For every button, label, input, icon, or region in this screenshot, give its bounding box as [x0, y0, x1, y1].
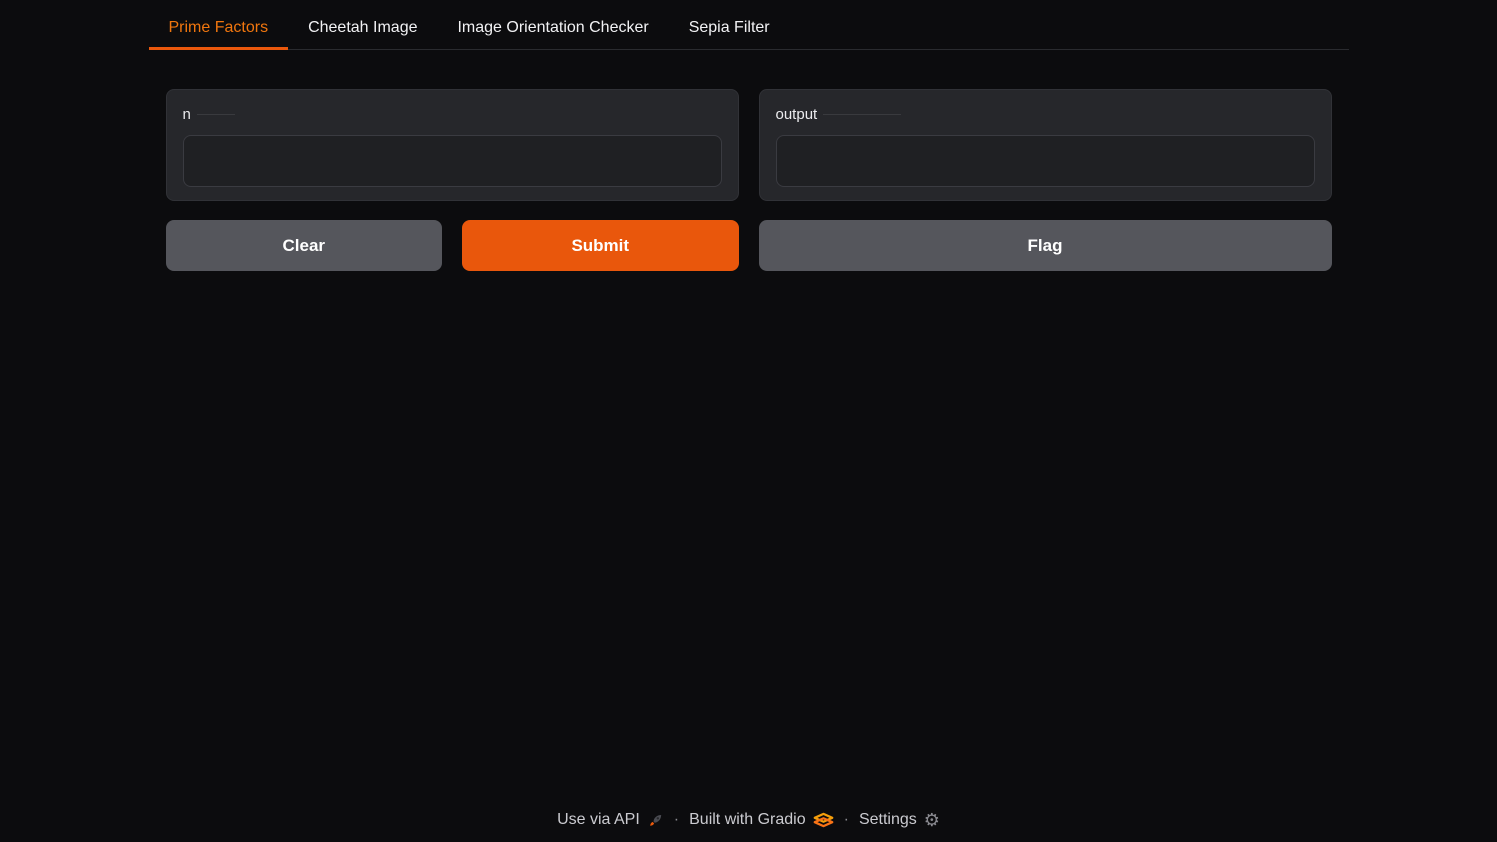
input-panel: n: [166, 89, 739, 201]
tab-sepia-filter[interactable]: Sepia Filter: [669, 4, 790, 50]
input-label: n: [183, 106, 191, 123]
app-container: Prime Factors Cheetah Image Image Orient…: [149, 0, 1349, 271]
footer-separator: ·: [674, 811, 679, 829]
tab-image-orientation-checker[interactable]: Image Orientation Checker: [437, 4, 668, 50]
label-underline-artifact: [197, 114, 235, 115]
input-button-row: Clear Submit: [166, 220, 739, 271]
flag-button[interactable]: Flag: [759, 220, 1332, 271]
built-with-gradio-label: Built with Gradio: [689, 811, 806, 829]
footer-separator: ·: [844, 811, 849, 829]
use-via-api-label: Use via API: [557, 811, 640, 829]
built-with-gradio-link[interactable]: Built with Gradio: [689, 811, 834, 829]
n-textbox[interactable]: [183, 135, 722, 187]
output-label-row: output: [776, 106, 1315, 123]
use-via-api-link[interactable]: Use via API: [557, 811, 664, 829]
tab-prime-factors[interactable]: Prime Factors: [149, 4, 289, 50]
clear-button[interactable]: Clear: [166, 220, 443, 271]
settings-button[interactable]: Settings ⚙: [859, 811, 940, 829]
tab-cheetah-image[interactable]: Cheetah Image: [288, 4, 437, 50]
rocket-icon: [647, 812, 664, 829]
interface-body: n output Clear Submit Flag: [149, 89, 1349, 271]
settings-label: Settings: [859, 811, 917, 829]
output-textbox[interactable]: [776, 135, 1315, 187]
gradio-logo-icon: [813, 812, 834, 828]
input-label-row: n: [183, 106, 722, 123]
gear-icon: ⚙: [924, 811, 940, 829]
output-panel: output: [759, 89, 1332, 201]
output-button-row: Flag: [759, 220, 1332, 271]
label-underline-artifact: [823, 114, 901, 115]
submit-button[interactable]: Submit: [462, 220, 739, 271]
footer: Use via API · Built with Gradio · Settin…: [0, 811, 1497, 842]
output-label: output: [776, 106, 818, 123]
tab-bar: Prime Factors Cheetah Image Image Orient…: [149, 4, 1349, 50]
